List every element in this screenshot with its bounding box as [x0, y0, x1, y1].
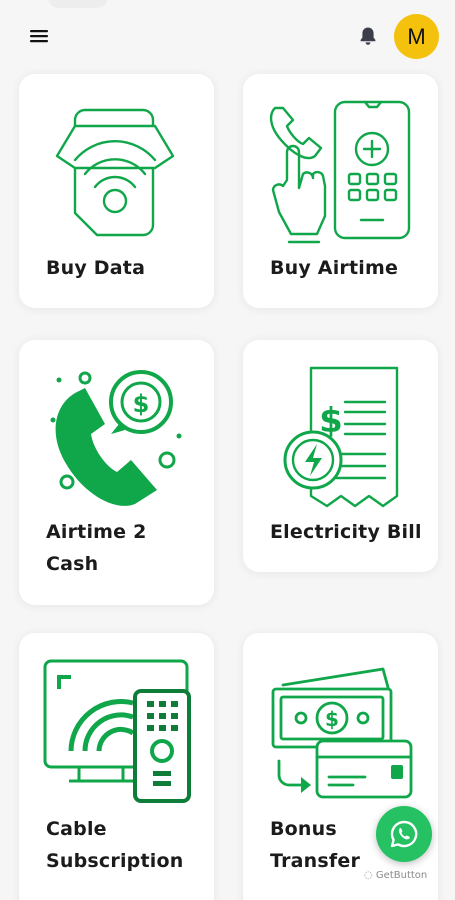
service-card-cable-subscription[interactable]: Cable Subscription: [19, 633, 214, 900]
service-label: Transfer: [270, 850, 361, 872]
tv-remote-icon: [43, 659, 191, 803]
service-card-airtime-2-cash[interactable]: $ Airtime 2 Cash: [19, 340, 214, 605]
avatar[interactable]: M: [394, 14, 439, 59]
status-pill: [48, 0, 108, 8]
service-card-electricity-bill[interactable]: $ Electricity Bill: [243, 340, 438, 572]
svg-text:$: $: [325, 707, 339, 731]
service-card-buy-airtime[interactable]: Buy Airtime: [243, 74, 438, 308]
service-label: Electricity Bill: [270, 521, 422, 543]
service-label: Bonus: [270, 818, 337, 840]
service-label: Cable: [46, 818, 107, 840]
whatsapp-button[interactable]: [376, 806, 432, 862]
service-label: Airtime 2: [46, 521, 147, 543]
bell-icon[interactable]: [357, 25, 379, 47]
svg-text:$: $: [133, 390, 150, 418]
getbutton-credit[interactable]: ◌ GetButton: [364, 870, 427, 881]
money-transfer-icon: $: [271, 667, 413, 799]
service-card-buy-data[interactable]: Buy Data: [19, 74, 214, 308]
service-label: Subscription: [46, 850, 184, 872]
top-bar: M: [0, 0, 455, 70]
menu-icon[interactable]: [28, 26, 52, 46]
whatsapp-icon: [390, 820, 418, 848]
getbutton-logo-icon: ◌: [364, 870, 373, 881]
service-label: Buy Data: [46, 257, 146, 279]
service-label: Cash: [46, 553, 99, 575]
service-label: Buy Airtime: [270, 257, 399, 279]
